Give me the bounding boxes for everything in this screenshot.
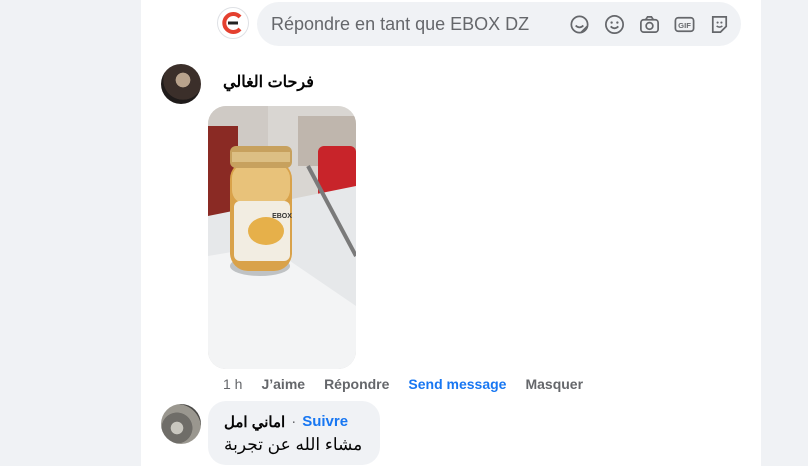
ebox-logo-icon bbox=[222, 12, 242, 34]
comment-header: اماني امل · Suivre bbox=[224, 413, 348, 431]
svg-text:EBOX: EBOX bbox=[272, 213, 292, 220]
reply-toolbar: GIF bbox=[568, 13, 731, 36]
send-message-button[interactable]: Send message bbox=[408, 376, 506, 392]
follow-button[interactable]: Suivre bbox=[302, 413, 348, 431]
comments-panel: Répondre en tant que EBOX DZ GIF فرحات ا… bbox=[141, 0, 761, 466]
comment-author[interactable]: اماني امل bbox=[224, 413, 285, 431]
comment-text: مشاء الله عن تجربة bbox=[224, 435, 363, 454]
reply-button[interactable]: Répondre bbox=[324, 376, 389, 392]
comment-bubble: اماني امل · Suivre مشاء الله عن تجربة bbox=[208, 401, 380, 465]
separator-dot: · bbox=[291, 413, 297, 430]
commenter-avatar[interactable] bbox=[161, 404, 201, 444]
emoji-icon[interactable] bbox=[603, 13, 626, 36]
sticker-icon[interactable] bbox=[568, 13, 591, 36]
reply-placeholder: Répondre en tant que EBOX DZ bbox=[271, 14, 530, 34]
camera-icon[interactable] bbox=[638, 13, 661, 36]
commenter-avatar[interactable] bbox=[161, 64, 201, 104]
avatar-sticker-icon[interactable] bbox=[708, 13, 731, 36]
comment-photo[interactable]: EBOX bbox=[208, 106, 356, 369]
comment-actions: 1 h J’aime Répondre Send message Masquer bbox=[223, 376, 583, 392]
comment-timestamp[interactable]: 1 h bbox=[223, 376, 242, 392]
page-avatar[interactable] bbox=[217, 7, 249, 39]
reply-input[interactable]: Répondre en tant que EBOX DZ GIF bbox=[257, 2, 741, 46]
like-button[interactable]: J’aime bbox=[261, 376, 305, 392]
honey-jar-photo: EBOX bbox=[208, 106, 356, 369]
comment-author[interactable]: فرحات الغالي bbox=[223, 72, 314, 92]
gif-icon[interactable]: GIF bbox=[673, 13, 696, 36]
hide-button[interactable]: Masquer bbox=[525, 376, 583, 392]
svg-text:GIF: GIF bbox=[678, 21, 691, 30]
